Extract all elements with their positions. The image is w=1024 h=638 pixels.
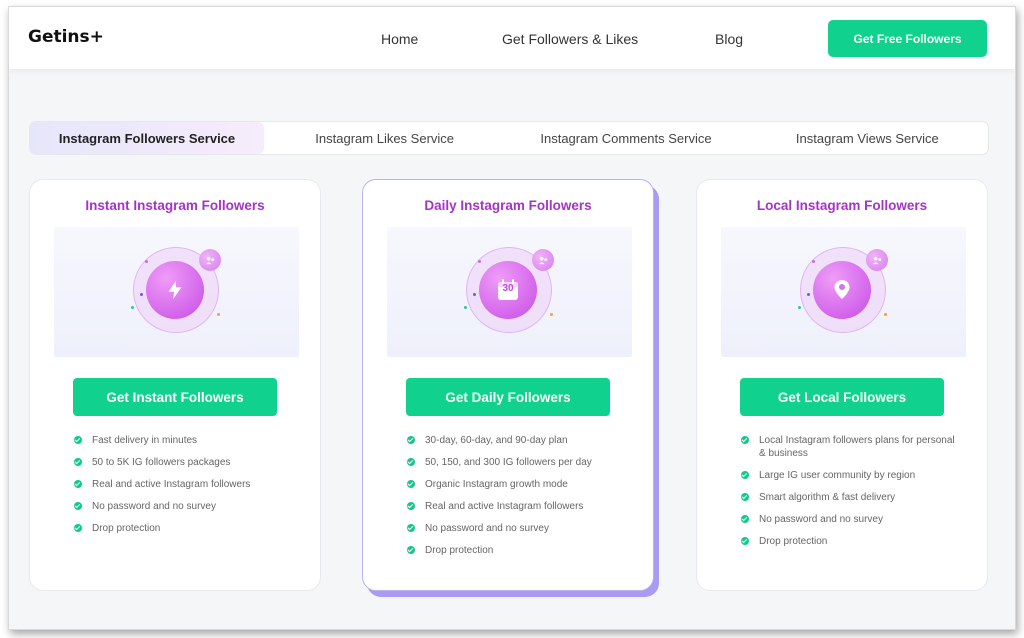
feature-text: No password and no survey [92,501,216,512]
decor-dot [884,313,887,316]
get-free-followers-button[interactable]: Get Free Followers [828,20,987,57]
nav-link-get-followers-likes[interactable]: Get Followers & Likes [502,31,638,47]
decor-dot [550,313,553,316]
feature-text: 50, 150, and 300 IG followers per day [425,457,592,468]
check-icon [741,515,749,523]
feature-text: Fast delivery in minutes [92,435,198,446]
feature-text: 50 to 5K IG followers packages [92,457,231,468]
check-icon [741,471,749,479]
card-title: Local Instagram Followers [756,198,928,213]
instant-followers-card: Instant Instagram Followers Get Instant … [29,179,321,591]
feature-text: 30-day, 60-day, and 90-day plan [425,435,568,446]
check-icon [74,436,82,444]
lightning-icon [146,261,204,319]
check-icon [407,546,415,554]
card-illustration: 30 [387,227,632,357]
card-illustration [721,227,966,357]
tab-views-service[interactable]: Instagram Views Service [747,122,988,154]
decor-dot [145,260,148,263]
feature-item: Real and active Instagram followers [74,478,294,491]
feature-text: Real and active Instagram followers [92,479,251,490]
decor-dot [478,260,481,263]
daily-followers-card: Daily Instagram Followers 30 Get Daily F… [362,179,654,591]
feature-text: Large IG user community by region [759,470,916,481]
users-bubble-icon [532,249,554,271]
feature-item: No password and no survey [74,500,294,513]
feature-item: 30-day, 60-day, and 90-day plan [407,434,627,447]
feature-item: Large IG user community by region [741,469,961,482]
feature-item: Drop protection [74,522,294,535]
check-icon [74,524,82,532]
feature-item: 50 to 5K IG followers packages [74,456,294,469]
calendar-number: 30 [502,283,514,294]
check-icon [407,436,415,444]
feature-item: Fast delivery in minutes [74,434,294,447]
service-tabs: Instagram Followers Service Instagram Li… [29,121,989,155]
local-followers-card: Local Instagram Followers Get Local Foll [696,179,988,591]
tab-comments-service[interactable]: Instagram Comments Service [505,122,746,154]
feature-text: Drop protection [425,545,494,556]
feature-text: No password and no survey [759,514,883,525]
nav-link-blog[interactable]: Blog [715,31,743,47]
nav-link-home[interactable]: Home [381,31,418,47]
feature-item: Drop protection [741,535,961,548]
feature-text: Drop protection [92,523,161,534]
check-icon [407,458,415,466]
decor-dot [807,293,810,296]
site-logo[interactable]: Getins+ [28,27,104,47]
decor-dot [140,293,143,296]
card-title: Instant Instagram Followers [85,198,265,213]
feature-item: No password and no survey [741,513,961,526]
get-daily-followers-button[interactable]: Get Daily Followers [406,378,610,416]
decor-dot [798,306,801,309]
feature-item: 50, 150, and 300 IG followers per day [407,456,627,469]
decor-dot [812,260,815,263]
tab-likes-service[interactable]: Instagram Likes Service [264,122,505,154]
top-navbar: Getins+ Home Get Followers & Likes Blog … [9,7,1015,69]
check-icon [74,480,82,488]
services-section: Instagram Followers Service Instagram Li… [17,73,1009,629]
feature-list: 30-day, 60-day, and 90-day plan 50, 150,… [407,434,627,566]
check-icon [407,480,415,488]
decor-dot [464,306,467,309]
check-icon [407,524,415,532]
feature-list: Fast delivery in minutes 50 to 5K IG fol… [74,434,294,544]
users-bubble-icon [199,249,221,271]
users-bubble-icon [866,249,888,271]
check-icon [741,436,749,444]
feature-item: Local Instagram followers plans for pers… [741,434,961,460]
get-instant-followers-button[interactable]: Get Instant Followers [73,378,277,416]
check-icon [741,537,749,545]
feature-list: Local Instagram followers plans for pers… [741,434,961,557]
get-local-followers-button[interactable]: Get Local Followers [740,378,944,416]
decor-dot [131,306,134,309]
decor-dot [473,293,476,296]
feature-item: Drop protection [407,544,627,557]
tab-followers-service[interactable]: Instagram Followers Service [30,122,264,154]
feature-text: Smart algorithm & fast delivery [759,492,896,503]
location-pin-icon [813,261,871,319]
feature-text: Organic Instagram growth mode [425,479,568,490]
feature-item: No password and no survey [407,522,627,535]
card-title: Daily Instagram Followers [424,198,592,213]
check-icon [74,458,82,466]
feature-item: Real and active Instagram followers [407,500,627,513]
feature-text: No password and no survey [425,523,549,534]
check-icon [74,502,82,510]
feature-text: Local Instagram followers plans for pers… [759,435,955,459]
feature-text: Drop protection [759,536,828,547]
decor-dot [217,313,220,316]
feature-item: Organic Instagram growth mode [407,478,627,491]
check-icon [407,502,415,510]
feature-text: Real and active Instagram followers [425,501,584,512]
feature-item: Smart algorithm & fast delivery [741,491,961,504]
calendar-icon: 30 [479,261,537,319]
check-icon [741,493,749,501]
card-illustration [54,227,299,357]
browser-window: Getins+ Home Get Followers & Likes Blog … [8,6,1016,630]
